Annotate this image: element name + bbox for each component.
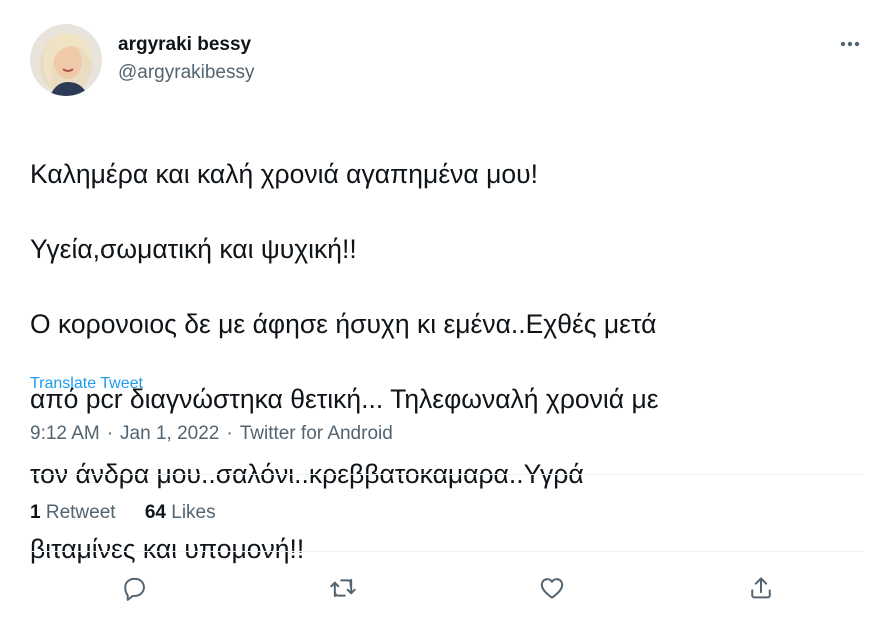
translate-tweet-link[interactable]: Translate Tweet xyxy=(30,375,143,393)
tweet-text-line: Ο κορονοιος δε με άφησε ήσυχη κι εμένα..… xyxy=(30,308,657,339)
tweet-actions xyxy=(0,570,880,606)
tweet-source[interactable]: Twitter for Android xyxy=(240,423,393,444)
user-handle[interactable]: @argyrakibessy xyxy=(118,62,255,84)
tweet-time[interactable]: 9:12 AM xyxy=(30,423,100,444)
tweet-card: argyraki bessy @argyrakibessy Καλημέρα κ… xyxy=(0,0,880,636)
share-icon[interactable] xyxy=(743,570,779,606)
retweets-stat[interactable]: 1 Retweet xyxy=(30,502,116,523)
tweet-meta: 9:12 AM · Jan 1, 2022 · Twitter for Android xyxy=(30,423,393,445)
likes-count: 64 xyxy=(144,502,166,523)
retweets-label: Retweet xyxy=(45,502,116,523)
divider xyxy=(30,551,864,552)
like-icon[interactable] xyxy=(534,570,570,606)
tweet-text: Καλημέρα και καλή χρονιά αγαπημένα μου! … xyxy=(30,118,860,606)
meta-separator: · xyxy=(226,423,233,444)
likes-label: Likes xyxy=(171,502,216,523)
divider xyxy=(30,474,864,475)
reply-icon[interactable] xyxy=(116,570,152,606)
retweets-count: 1 xyxy=(30,502,41,523)
likes-stat[interactable]: 64 Likes xyxy=(145,502,216,523)
meta-separator: · xyxy=(106,423,114,444)
tweet-stats: 1 Retweet 64 Likes xyxy=(30,502,240,524)
avatar-image xyxy=(30,24,102,96)
tweet-text-line: Καλημέρα και καλή χρονιά αγαπημένα μου! xyxy=(30,158,538,189)
display-name[interactable]: argyraki bessy xyxy=(118,34,251,56)
avatar[interactable] xyxy=(30,24,102,96)
tweet-date[interactable]: Jan 1, 2022 xyxy=(120,423,219,444)
tweet-text-line: βιταμίνες και υπομονή!! xyxy=(30,533,305,564)
more-options-icon[interactable] xyxy=(832,34,868,54)
tweet-text-line: από pcr διαγνώστηκα θετική... Τηλεφωναλή… xyxy=(30,383,659,414)
tweet-text-line: Υγεία,σωματική και ψυχική!! xyxy=(30,233,357,264)
retweet-icon[interactable] xyxy=(325,570,361,606)
